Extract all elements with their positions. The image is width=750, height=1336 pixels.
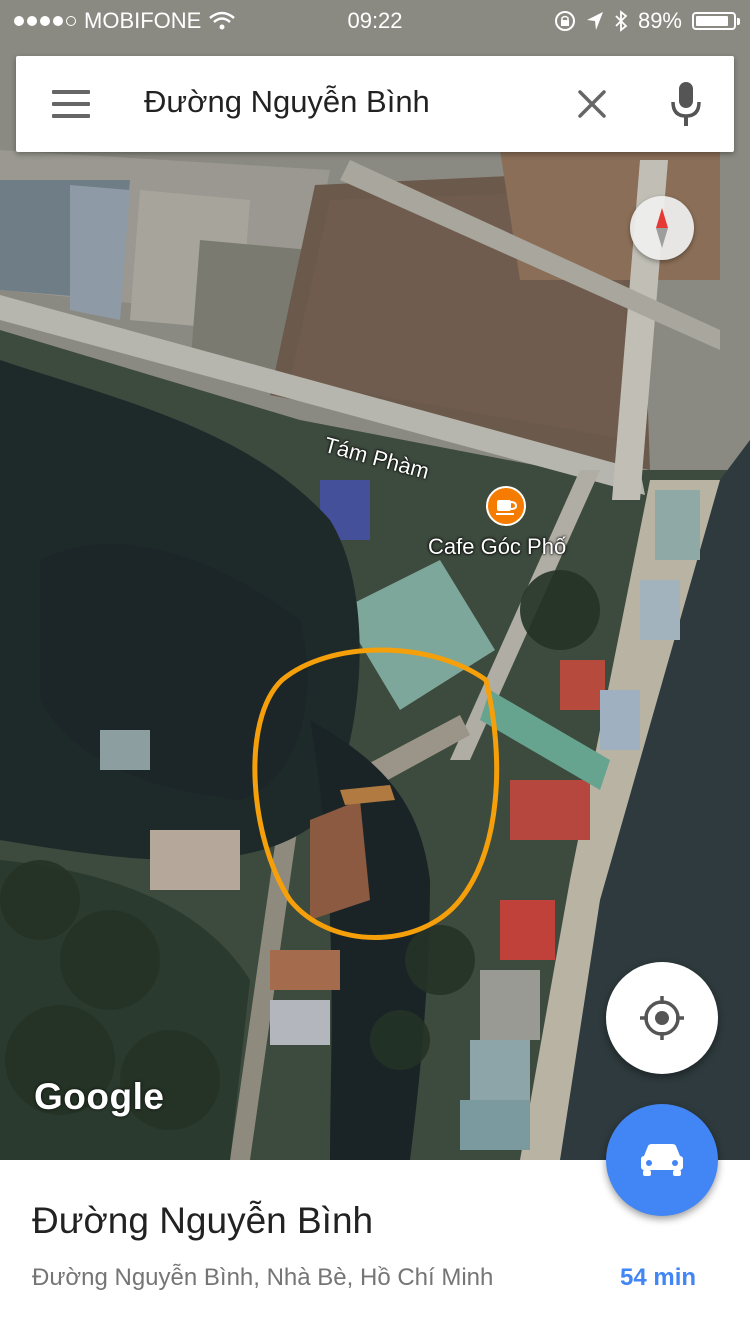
- search-bar[interactable]: Đường Nguyễn Bình: [16, 56, 734, 152]
- my-location-icon: [640, 996, 684, 1040]
- hamburger-menu-icon[interactable]: [52, 90, 90, 118]
- bluetooth-icon: [615, 10, 628, 32]
- poi-label[interactable]: Cafe Góc Phố: [428, 534, 566, 560]
- battery-icon: [692, 12, 740, 30]
- coffee-cup-icon[interactable]: [486, 486, 526, 526]
- search-input[interactable]: Đường Nguyễn Bình: [144, 84, 430, 120]
- google-logo: Google: [34, 1076, 165, 1117]
- travel-time: 54 min: [620, 1264, 697, 1291]
- close-icon[interactable]: [572, 84, 612, 124]
- my-location-button[interactable]: [606, 962, 718, 1074]
- directions-button[interactable]: [606, 1104, 718, 1216]
- place-title: Đường Nguyễn Bình: [32, 1200, 374, 1241]
- battery-percent: 89%: [637, 8, 682, 33]
- microphone-icon[interactable]: [666, 80, 706, 130]
- car-icon: [641, 1144, 683, 1176]
- location-arrow-icon: [586, 12, 603, 30]
- compass-icon: [656, 208, 668, 248]
- place-address: Đường Nguyễn Bình, Nhà Bè, Hồ Chí Minh: [32, 1264, 494, 1291]
- status-bar: MOBIFONE 09:22 89%: [0, 0, 750, 40]
- orientation-lock-icon: [554, 11, 575, 31]
- compass-button[interactable]: [630, 196, 694, 260]
